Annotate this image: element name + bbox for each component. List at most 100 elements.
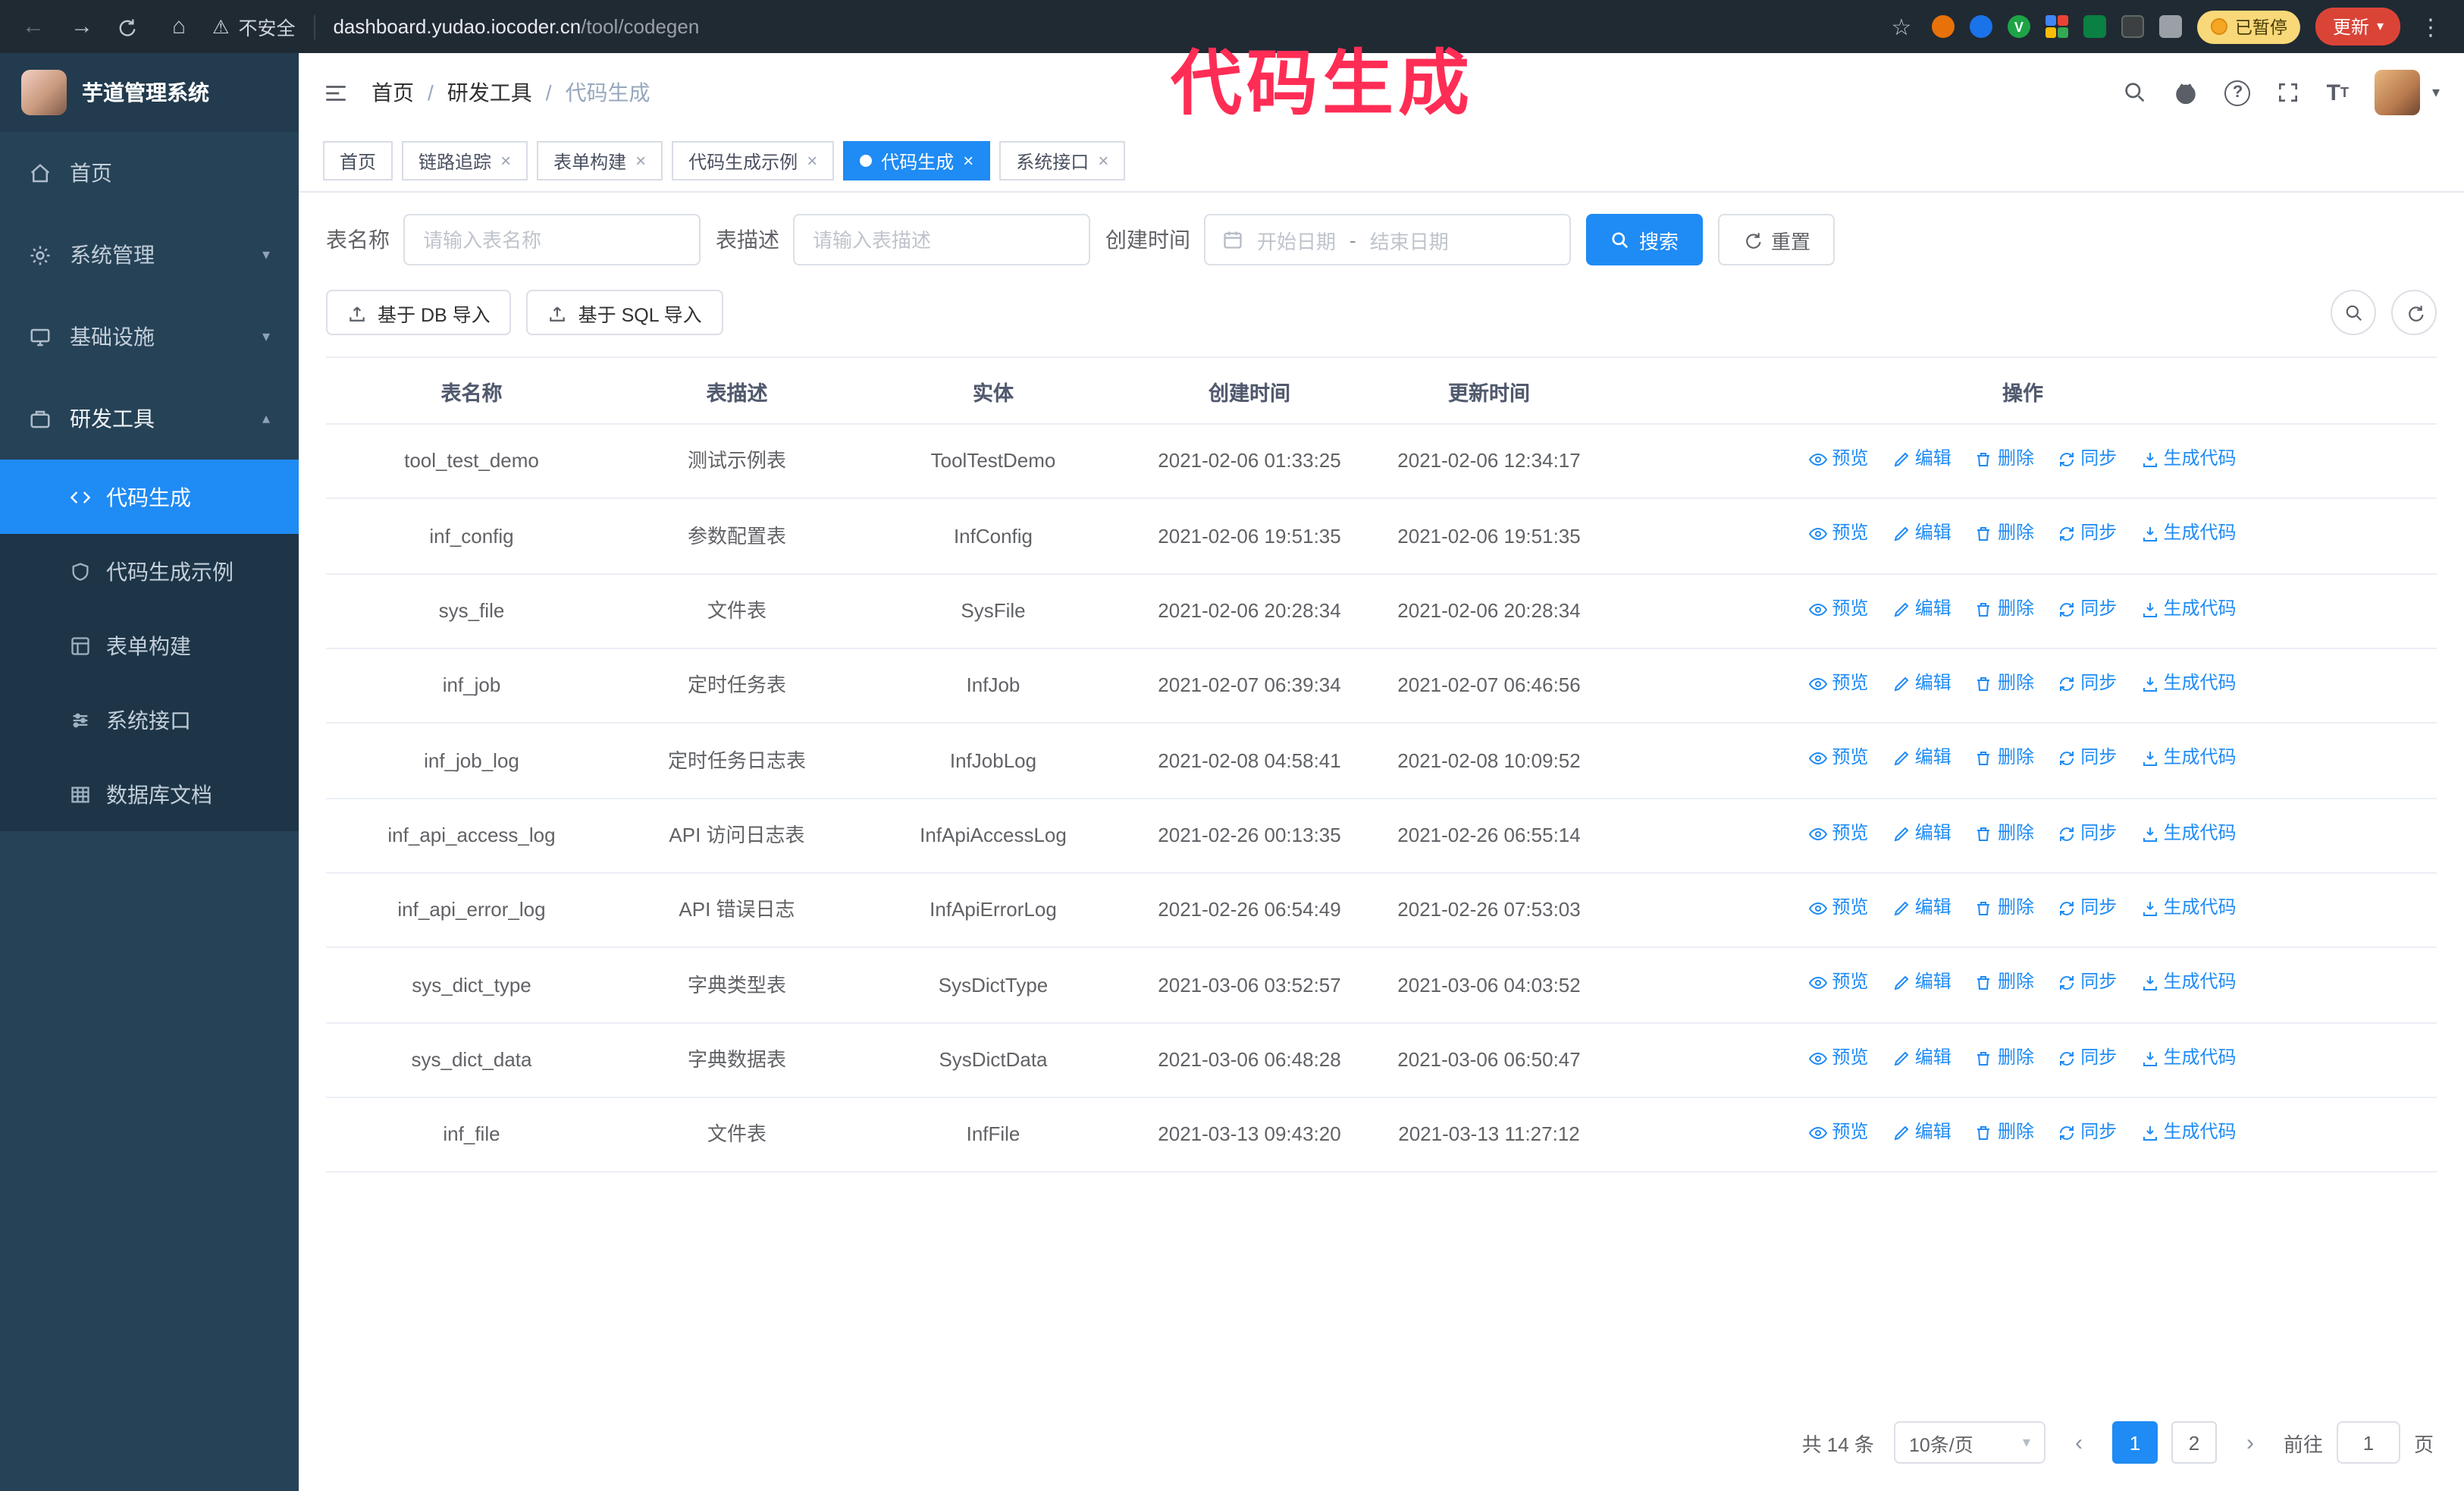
action-generate-code[interactable]: 生成代码 (2141, 818, 2237, 849)
action-delete[interactable]: 删除 (1975, 744, 2034, 774)
action-preview[interactable]: 预览 (1809, 893, 1868, 924)
action-sync[interactable]: 同步 (2058, 818, 2117, 849)
action-preview[interactable]: 预览 (1809, 1118, 1868, 1148)
sidebar-item-codegen-example[interactable]: 代码生成示例 (0, 534, 299, 608)
action-delete[interactable]: 删除 (1975, 893, 2034, 924)
action-edit[interactable]: 编辑 (1892, 968, 1951, 999)
action-generate-code[interactable]: 生成代码 (2141, 744, 2237, 774)
action-delete[interactable]: 删除 (1975, 594, 2034, 624)
address-bar[interactable]: dashboard.yudao.iocoder.cn/tool/codegen (333, 15, 699, 38)
sidebar-item-home[interactable]: 首页 (0, 132, 299, 214)
tab-tracing[interactable]: 链路追踪 × (402, 141, 528, 180)
close-icon[interactable]: × (963, 150, 973, 171)
sidebar-collapse-icon[interactable] (323, 80, 349, 105)
prev-page-button[interactable]: ‹ (2059, 1421, 2099, 1464)
action-sync[interactable]: 同步 (2058, 1043, 2117, 1073)
close-icon[interactable]: × (500, 150, 511, 171)
security-indicator[interactable]: ⚠ 不安全 (212, 12, 295, 41)
action-sync[interactable]: 同步 (2058, 744, 2117, 774)
action-edit[interactable]: 编辑 (1892, 1118, 1951, 1148)
bookmark-star-icon[interactable]: ☆ (1886, 13, 1917, 40)
close-icon[interactable]: × (807, 150, 817, 171)
action-generate-code[interactable]: 生成代码 (2141, 968, 2237, 999)
page-button-2[interactable]: 2 (2171, 1421, 2217, 1464)
toggle-search-button[interactable] (2331, 290, 2376, 335)
action-preview[interactable]: 预览 (1809, 519, 1868, 550)
update-button[interactable]: 更新 ▾ (2315, 8, 2400, 46)
search-icon[interactable] (2124, 80, 2148, 105)
browser-forward-icon[interactable]: → (67, 14, 97, 39)
browser-home-icon[interactable]: ⌂ (164, 14, 194, 39)
action-edit[interactable]: 编辑 (1892, 669, 1951, 699)
action-sync[interactable]: 同步 (2058, 669, 2117, 699)
close-icon[interactable]: × (635, 150, 646, 171)
action-generate-code[interactable]: 生成代码 (2141, 1043, 2237, 1073)
app-logo[interactable]: 芋道管理系统 (0, 53, 299, 132)
page-button-1[interactable]: 1 (2111, 1421, 2158, 1464)
breadcrumb-home[interactable]: 首页 (371, 77, 414, 108)
action-edit[interactable]: 编辑 (1892, 744, 1951, 774)
action-generate-code[interactable]: 生成代码 (2141, 519, 2237, 550)
goto-page-input[interactable] (2336, 1421, 2400, 1464)
action-sync[interactable]: 同步 (2058, 968, 2117, 999)
action-preview[interactable]: 预览 (1809, 744, 1868, 774)
table-name-input[interactable] (403, 214, 701, 265)
action-sync[interactable]: 同步 (2058, 1118, 2117, 1148)
sidebar-item-devtools[interactable]: 研发工具 ▴ (0, 378, 299, 460)
import-sql-button[interactable]: 基于 SQL 导入 (526, 290, 723, 335)
tab-form-builder[interactable]: 表单构建 × (537, 141, 663, 180)
github-icon[interactable] (2174, 80, 2199, 105)
action-preview[interactable]: 预览 (1809, 1043, 1868, 1073)
action-generate-code[interactable]: 生成代码 (2141, 444, 2237, 475)
action-delete[interactable]: 删除 (1975, 818, 2034, 849)
action-edit[interactable]: 编辑 (1892, 519, 1951, 550)
action-preview[interactable]: 预览 (1809, 669, 1868, 699)
help-icon[interactable]: ? (2224, 80, 2251, 105)
action-preview[interactable]: 预览 (1809, 818, 1868, 849)
browser-extension-icon[interactable] (1969, 15, 1992, 38)
action-generate-code[interactable]: 生成代码 (2141, 893, 2237, 924)
user-avatar[interactable] (2374, 70, 2420, 115)
tab-api[interactable]: 系统接口 × (999, 141, 1126, 180)
action-delete[interactable]: 删除 (1975, 444, 2034, 475)
chevron-down-icon[interactable]: ▾ (2432, 84, 2440, 101)
browser-back-icon[interactable]: ← (18, 14, 49, 39)
sidebar-item-system[interactable]: 系统管理 ▾ (0, 214, 299, 296)
tab-home[interactable]: 首页 (323, 141, 393, 180)
sidebar-item-form-builder[interactable]: 表单构建 (0, 608, 299, 683)
action-edit[interactable]: 编辑 (1892, 818, 1951, 849)
browser-extension-icon[interactable]: V (2007, 15, 2030, 38)
action-generate-code[interactable]: 生成代码 (2141, 669, 2237, 699)
browser-extension-icon[interactable] (2121, 15, 2144, 38)
date-range-picker[interactable]: 开始日期 - 结束日期 (1204, 214, 1571, 265)
import-db-button[interactable]: 基于 DB 导入 (326, 290, 512, 335)
next-page-button[interactable]: › (2230, 1421, 2270, 1464)
tab-codegen[interactable]: 代码生成 × (843, 141, 991, 180)
sidebar-item-codegen[interactable]: 代码生成 (0, 460, 299, 534)
action-sync[interactable]: 同步 (2058, 444, 2117, 475)
action-edit[interactable]: 编辑 (1892, 444, 1951, 475)
action-edit[interactable]: 编辑 (1892, 1043, 1951, 1073)
action-delete[interactable]: 删除 (1975, 669, 2034, 699)
extensions-puzzle-icon[interactable] (2158, 15, 2182, 38)
table-desc-input[interactable] (793, 214, 1090, 265)
browser-extension-icon[interactable] (2083, 15, 2106, 38)
action-edit[interactable]: 编辑 (1892, 893, 1951, 924)
reset-button[interactable]: 重置 (1718, 214, 1835, 265)
breadcrumb-devtools[interactable]: 研发工具 (447, 77, 532, 108)
paused-badge[interactable]: 已暂停 (2196, 10, 2301, 43)
page-size-select[interactable]: 10条/页 ▾ (1893, 1421, 2045, 1464)
action-generate-code[interactable]: 生成代码 (2141, 594, 2237, 624)
tab-codegen-example[interactable]: 代码生成示例 × (672, 141, 835, 180)
sidebar-item-api[interactable]: 系统接口 (0, 683, 299, 757)
action-delete[interactable]: 删除 (1975, 1043, 2034, 1073)
action-preview[interactable]: 预览 (1809, 968, 1868, 999)
browser-menu-icon[interactable]: ⋮ (2415, 13, 2446, 40)
browser-extension-icon[interactable] (2045, 15, 2068, 38)
fullscreen-icon[interactable] (2277, 80, 2301, 105)
action-delete[interactable]: 删除 (1975, 1118, 2034, 1148)
search-button[interactable]: 搜索 (1586, 214, 1704, 265)
action-preview[interactable]: 预览 (1809, 444, 1868, 475)
font-size-icon[interactable]: TT (2327, 80, 2349, 105)
action-edit[interactable]: 编辑 (1892, 594, 1951, 624)
